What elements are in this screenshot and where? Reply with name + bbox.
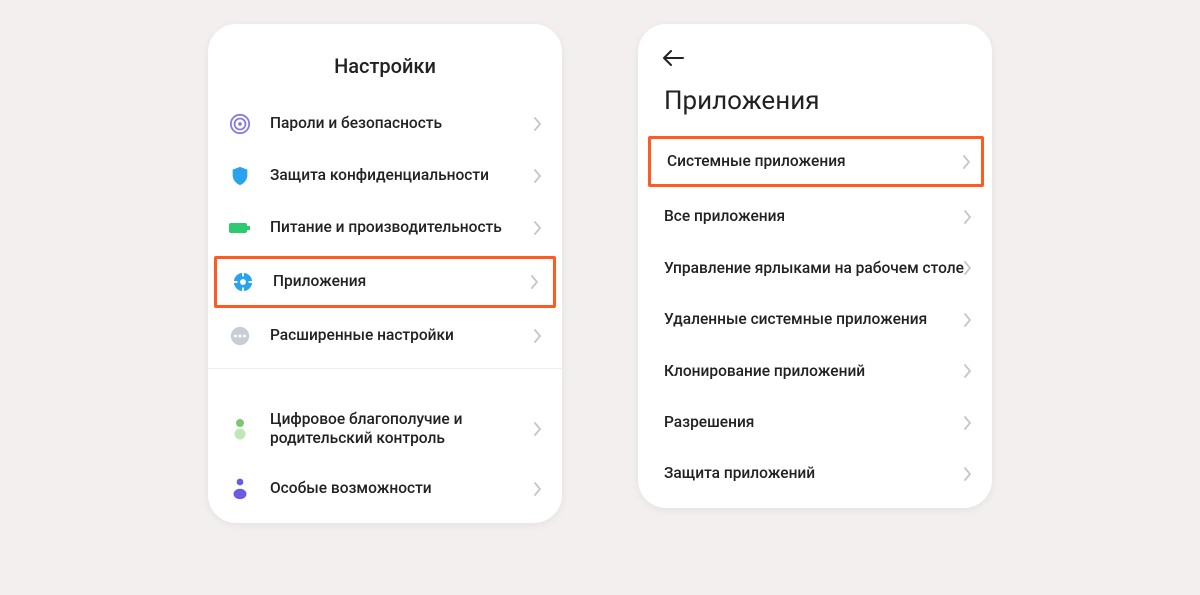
accessibility-icon: [228, 477, 252, 501]
apps-item-clone[interactable]: Клонирование приложений: [638, 346, 992, 397]
chevron-right-icon: [964, 210, 972, 224]
apps-item-shortcuts[interactable]: Управление ярлыками на рабочем столе: [638, 243, 992, 294]
apps-screen: Приложения Системные приложения Все прил…: [638, 24, 992, 508]
apps-item-label: Клонирование приложений: [664, 362, 964, 381]
fingerprint-icon: [228, 112, 252, 136]
apps-item-label: Системные приложения: [667, 152, 963, 171]
settings-item-label: Приложения: [273, 272, 531, 291]
chevron-right-icon: [534, 329, 542, 343]
chevron-right-icon: [534, 169, 542, 183]
settings-screen: Настройки Пароли и безопасность Защита к…: [208, 24, 562, 523]
chevron-right-icon: [964, 364, 972, 378]
page-title: Настройки: [208, 24, 562, 98]
battery-icon: [228, 216, 252, 240]
settings-item-label: Защита конфиденциальности: [270, 166, 534, 185]
chevron-right-icon: [964, 261, 972, 275]
apps-item-label: Все приложения: [664, 207, 964, 226]
settings-item-accessibility[interactable]: Особые возможности: [208, 463, 562, 515]
settings-item-apps[interactable]: Приложения: [214, 256, 556, 308]
chevron-right-icon: [534, 117, 542, 131]
apps-item-label: Удаленные системные приложения: [664, 310, 964, 329]
apps-item-removed-system[interactable]: Удаленные системные приложения: [638, 294, 992, 345]
shield-icon: [228, 164, 252, 188]
apps-item-label: Управление ярлыками на рабочем столе: [664, 259, 964, 278]
settings-item-wellbeing[interactable]: Цифровое благополучие и родительский кон…: [208, 396, 562, 463]
apps-item-label: Разрешения: [664, 413, 964, 432]
settings-item-label: Пароли и безопасность: [270, 114, 534, 133]
wellbeing-icon: [228, 417, 252, 441]
dots-icon: [228, 324, 252, 348]
chevron-right-icon: [964, 416, 972, 430]
apps-item-system[interactable]: Системные приложения: [648, 136, 984, 187]
apps-item-permissions[interactable]: Разрешения: [638, 397, 992, 448]
chevron-right-icon: [963, 155, 971, 169]
chevron-right-icon: [534, 482, 542, 496]
settings-item-label: Особые возможности: [270, 479, 534, 498]
settings-item-advanced[interactable]: Расширенные настройки: [208, 310, 562, 362]
settings-item-battery[interactable]: Питание и производительность: [208, 202, 562, 254]
apps-item-all[interactable]: Все приложения: [638, 191, 992, 242]
chevron-right-icon: [534, 221, 542, 235]
settings-item-privacy[interactable]: Защита конфиденциальности: [208, 150, 562, 202]
page-title: Приложения: [638, 72, 992, 134]
apps-item-label: Защита приложений: [664, 464, 964, 483]
chevron-right-icon: [964, 467, 972, 481]
chevron-right-icon: [534, 422, 542, 436]
settings-item-passwords[interactable]: Пароли и безопасность: [208, 98, 562, 150]
chevron-right-icon: [531, 275, 539, 289]
settings-item-label: Цифровое благополучие и родительский кон…: [270, 410, 534, 449]
section-divider: [208, 368, 562, 396]
back-button[interactable]: [662, 50, 972, 66]
settings-item-label: Расширенные настройки: [270, 326, 534, 345]
gear-icon: [231, 270, 255, 294]
chevron-right-icon: [964, 313, 972, 327]
apps-item-protection[interactable]: Защита приложений: [638, 448, 992, 499]
settings-item-label: Питание и производительность: [270, 218, 534, 237]
